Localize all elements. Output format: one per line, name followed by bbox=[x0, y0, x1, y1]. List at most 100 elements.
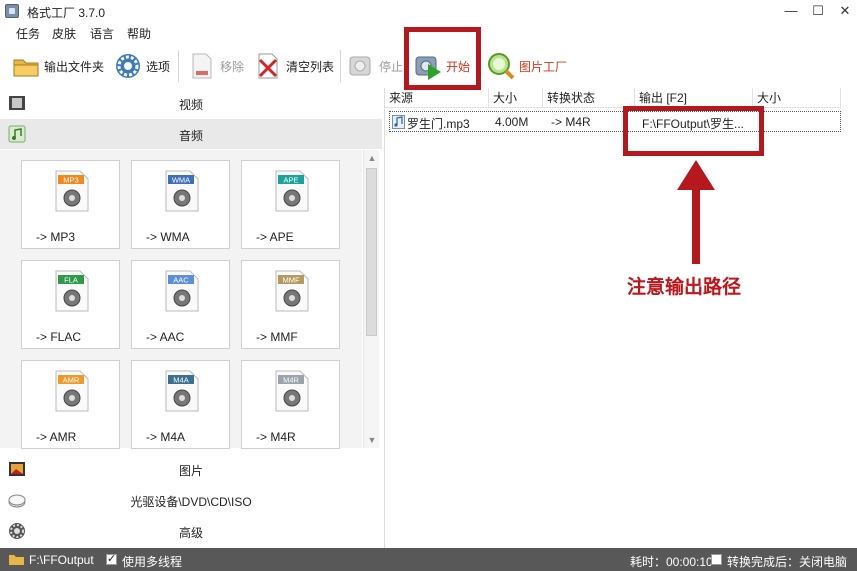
format-tile-ape[interactable]: APE -> APE bbox=[241, 160, 340, 249]
elapsed-time: 耗时：00:00:10 bbox=[630, 555, 713, 569]
format-file-icon: MP3 bbox=[55, 170, 89, 212]
category-rom-label: 光驱设备\DVD\CD\ISO bbox=[130, 495, 252, 509]
format-badge: WMA bbox=[172, 176, 190, 185]
remove-icon bbox=[188, 52, 216, 80]
arrow-up-icon bbox=[677, 160, 715, 190]
stop-label: 停止 bbox=[379, 59, 404, 74]
format-tile-m4a[interactable]: M4A -> M4A bbox=[131, 360, 230, 449]
format-file-icon: WMA bbox=[165, 170, 199, 212]
window-title: 格式工厂 3.7.0 bbox=[27, 6, 106, 20]
format-file-icon: AMR bbox=[55, 370, 89, 412]
clear-list-button[interactable]: 清空列表 bbox=[254, 50, 334, 82]
category-video-label: 视频 bbox=[178, 98, 203, 112]
output-highlight-box bbox=[623, 106, 764, 156]
task-list-panel: 来源 大小 转换状态 输出 [F2] 大小 罗生门.mp3 4.00M -> M… bbox=[384, 88, 857, 548]
remove-button[interactable]: 移除 bbox=[188, 50, 244, 82]
multithread-checkbox[interactable] bbox=[106, 552, 117, 565]
format-file-icon: M4R bbox=[275, 370, 309, 412]
format-label: -> MMF bbox=[256, 330, 298, 344]
title-bar: 格式工厂 3.7.0 — ☐ ✕ bbox=[0, 0, 857, 22]
app-icon bbox=[5, 4, 19, 18]
format-label: -> FLAC bbox=[36, 330, 82, 344]
options-label: 选项 bbox=[146, 59, 171, 74]
category-audio[interactable]: 音频 bbox=[0, 119, 382, 149]
maximize-button[interactable]: ☐ bbox=[804, 2, 832, 20]
output-folder-button[interactable]: 输出文件夹 bbox=[12, 50, 104, 82]
format-badge: M4R bbox=[283, 376, 299, 385]
format-label: -> M4R bbox=[256, 430, 296, 444]
category-advanced[interactable]: 高级 bbox=[0, 516, 382, 546]
menu-help[interactable]: 帮助 bbox=[127, 25, 151, 42]
format-label: -> WMA bbox=[146, 230, 190, 244]
category-picture-label: 图片 bbox=[178, 464, 203, 478]
category-picture[interactable]: 图片 bbox=[0, 454, 382, 484]
format-file-icon: M4A bbox=[165, 370, 199, 412]
format-label: -> M4A bbox=[146, 430, 186, 444]
format-tile-mmf[interactable]: MMF -> MMF bbox=[241, 260, 340, 349]
category-video[interactable]: 视频 bbox=[0, 88, 382, 118]
after-conversion-label: 转换完成后：关闭电脑 bbox=[727, 555, 848, 569]
clear-list-icon bbox=[254, 52, 282, 80]
format-grid: MP3 -> MP3 WMA -> WMA APE -> APE FLA -> FLAC AAC… bbox=[0, 150, 362, 449]
format-badge: AMR bbox=[63, 376, 80, 385]
magnifier-icon bbox=[487, 52, 515, 80]
format-label: -> AMR bbox=[36, 430, 77, 444]
category-advanced-label: 高级 bbox=[178, 526, 203, 540]
format-tile-fla[interactable]: FLA -> FLAC bbox=[21, 260, 120, 349]
file-note-icon bbox=[392, 115, 405, 132]
format-file-icon: FLA bbox=[55, 270, 89, 312]
menu-skin[interactable]: 皮肤 bbox=[52, 25, 76, 42]
column-status[interactable]: 转换状态 bbox=[543, 88, 635, 108]
format-tile-wma[interactable]: WMA -> WMA bbox=[131, 160, 230, 249]
format-tile-mp3[interactable]: MP3 -> MP3 bbox=[21, 160, 120, 249]
output-folder-icon[interactable] bbox=[9, 552, 24, 568]
shutdown-checkbox[interactable] bbox=[711, 554, 722, 565]
format-tile-aac[interactable]: AAC -> AAC bbox=[131, 260, 230, 349]
format-badge: MMF bbox=[282, 276, 299, 285]
format-file-icon: APE bbox=[275, 170, 309, 212]
output-folder-label: 输出文件夹 bbox=[44, 59, 105, 74]
scroll-down-icon[interactable]: ▼ bbox=[364, 432, 380, 448]
left-panel: 视频 音频 MP3 -> MP3 WMA -> WMA APE -> APE FLA -> F… bbox=[0, 88, 382, 548]
column-output-size[interactable]: 大小 bbox=[753, 88, 841, 108]
format-tile-m4r[interactable]: M4R -> M4R bbox=[241, 360, 340, 449]
format-label: -> AAC bbox=[146, 330, 185, 344]
format-label: -> APE bbox=[256, 230, 294, 244]
format-badge: AAC bbox=[173, 276, 189, 285]
format-label: -> MP3 bbox=[36, 230, 76, 244]
column-size[interactable]: 大小 bbox=[489, 88, 543, 108]
column-output[interactable]: 输出 [F2] bbox=[635, 88, 753, 108]
format-file-icon: AAC bbox=[165, 270, 199, 312]
clear-list-label: 清空列表 bbox=[286, 59, 335, 74]
file-size: 4.00M bbox=[495, 115, 529, 129]
format-badge: APE bbox=[283, 176, 298, 185]
close-button[interactable]: ✕ bbox=[831, 2, 857, 20]
stop-icon bbox=[347, 52, 375, 80]
status-bar: F:\FFOutput 使用多线程 耗时：00:00:10 转换完成后：关闭电脑 bbox=[0, 548, 857, 571]
picture-factory-button[interactable]: 图片工厂 bbox=[487, 50, 567, 82]
remove-label: 移除 bbox=[220, 59, 245, 74]
folder-icon bbox=[12, 52, 40, 80]
format-tile-amr[interactable]: AMR -> AMR bbox=[21, 360, 120, 449]
options-button[interactable]: 选项 bbox=[114, 50, 170, 82]
gear-icon bbox=[114, 52, 142, 80]
format-file-icon: MMF bbox=[275, 270, 309, 312]
format-badge: FLA bbox=[64, 276, 78, 285]
column-source[interactable]: 来源 bbox=[385, 88, 489, 108]
format-scrollbar[interactable]: ▲ ▼ bbox=[363, 150, 379, 448]
multithread-label: 使用多线程 bbox=[122, 555, 183, 569]
file-source: 罗生门.mp3 bbox=[407, 117, 470, 131]
picture-factory-label: 图片工厂 bbox=[519, 59, 568, 74]
status-output-path[interactable]: F:\FFOutput bbox=[29, 553, 94, 567]
menu-task[interactable]: 任务 bbox=[16, 25, 40, 42]
table-row[interactable]: 罗生门.mp3 4.00M -> M4R F:\FFOutput\罗生... bbox=[389, 111, 841, 132]
annotation-note: 注意输出路径 bbox=[627, 277, 742, 298]
menu-language[interactable]: 语言 bbox=[90, 25, 114, 42]
scroll-up-icon[interactable]: ▲ bbox=[364, 150, 380, 166]
scroll-thumb[interactable] bbox=[366, 168, 377, 336]
minimize-button[interactable]: — bbox=[777, 2, 805, 20]
stop-button[interactable]: 停止 bbox=[347, 50, 403, 82]
category-rom[interactable]: 光驱设备\DVD\CD\ISO bbox=[0, 485, 382, 515]
category-audio-label: 音频 bbox=[178, 129, 203, 143]
arrow-shaft bbox=[692, 188, 700, 264]
